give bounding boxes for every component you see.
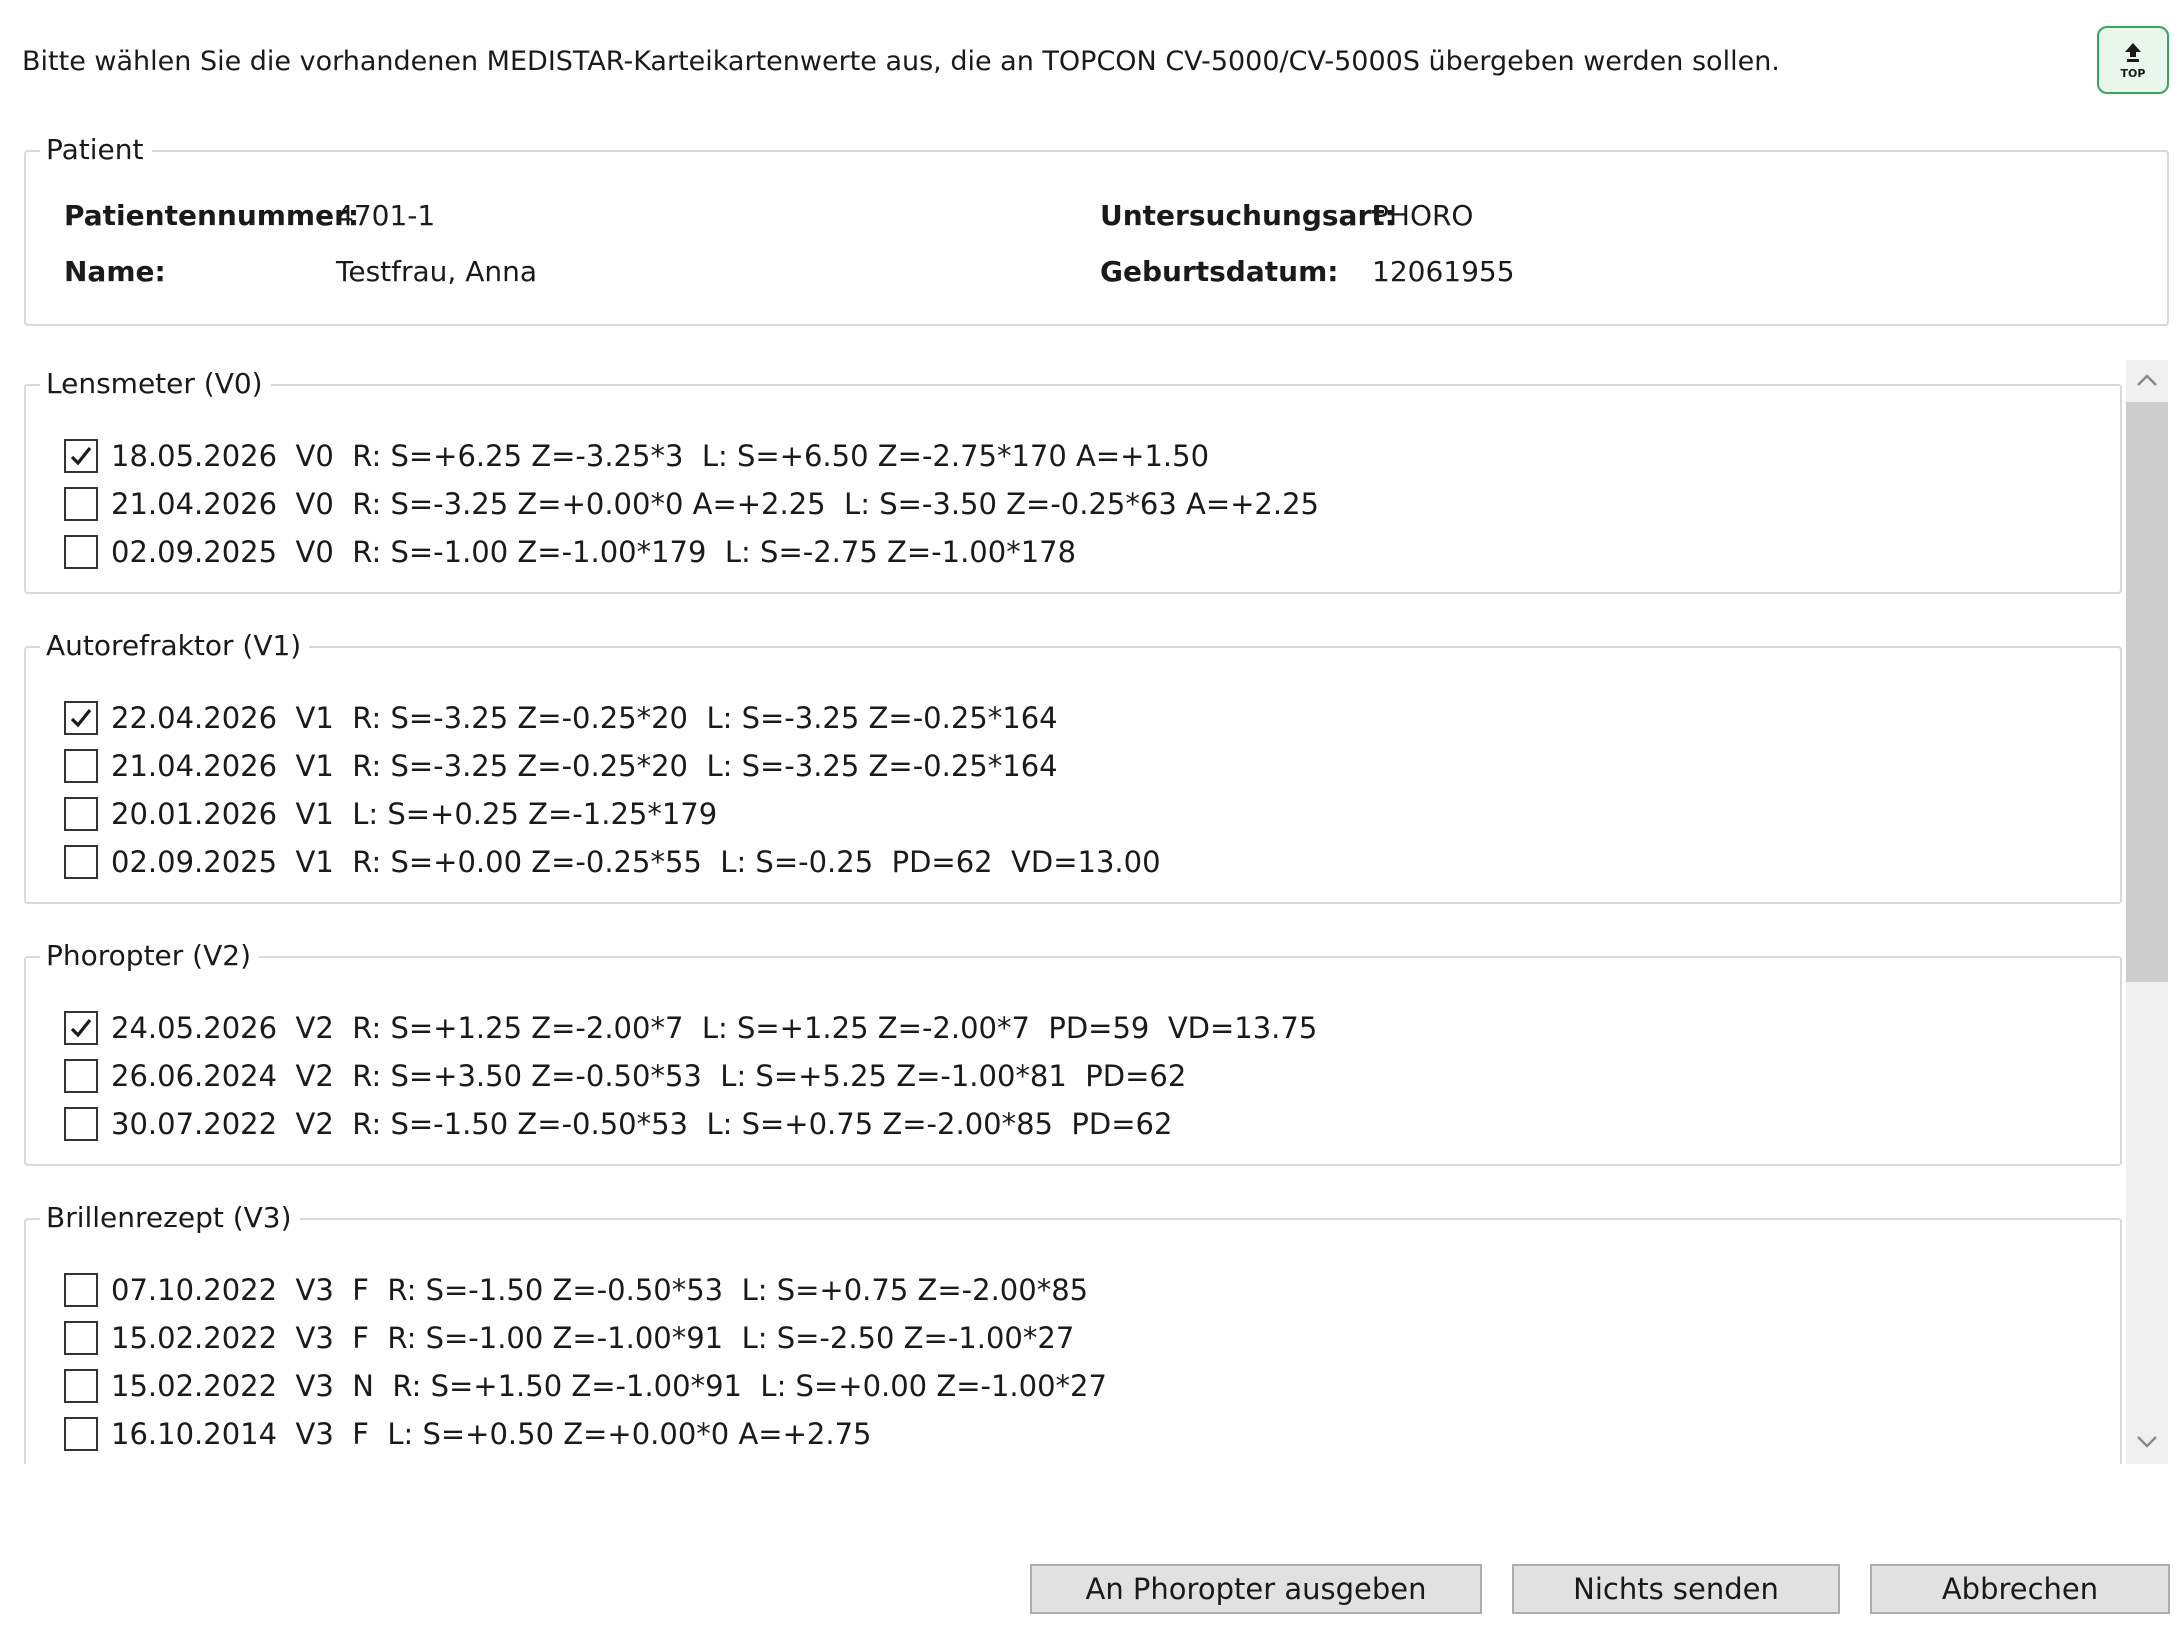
checkbox[interactable] — [64, 1369, 98, 1403]
birth-date-label: Geburtsdatum: — [1100, 255, 1339, 288]
lensmeter-row[interactable]: 02.09.2025 V0 R: S=-1.00 Z=-1.00*179 L: … — [64, 530, 1076, 574]
brillenrezept-row[interactable]: 16.10.2014 V3 F L: S=+0.50 Z=+0.00*0 A=+… — [64, 1412, 871, 1456]
send-to-phoropter-button[interactable]: An Phoropter ausgeben — [1030, 1564, 1482, 1614]
row-text: 07.10.2022 V3 F R: S=-1.50 Z=-0.50*53 L:… — [111, 1273, 1089, 1307]
cancel-button[interactable]: Abbrechen — [1870, 1564, 2170, 1614]
row-text: 21.04.2026 V0 R: S=-3.25 Z=+0.00*0 A=+2.… — [111, 487, 1319, 521]
checkbox[interactable] — [64, 797, 98, 831]
checkbox[interactable] — [64, 749, 98, 783]
scroll-down-button[interactable] — [2126, 1422, 2168, 1464]
row-text: 15.02.2022 V3 N R: S=+1.50 Z=-1.00*91 L:… — [111, 1369, 1107, 1403]
row-text: 18.05.2026 V0 R: S=+6.25 Z=-3.25*3 L: S=… — [111, 439, 1210, 473]
phoropter-group: Phoropter (V2) 24.05.2026 V2 R: S=+1.25 … — [24, 936, 2122, 1166]
checkbox[interactable] — [64, 1321, 98, 1355]
measurement-list[interactable]: Lensmeter (V0) 18.05.2026 V0 R: S=+6.25 … — [0, 350, 2182, 1464]
lensmeter-row[interactable]: 18.05.2026 V0 R: S=+6.25 Z=-3.25*3 L: S=… — [64, 434, 1209, 478]
scrollbar-thumb[interactable] — [2126, 402, 2168, 982]
checkmark-icon — [70, 1019, 92, 1038]
patient-number-label: Patientennummer: — [64, 199, 360, 232]
autorefraktor-row[interactable]: 20.01.2026 V1 L: S=+0.25 Z=-1.25*179 — [64, 792, 717, 836]
brillenrezept-row[interactable]: 15.02.2022 V3 N R: S=+1.50 Z=-1.00*91 L:… — [64, 1364, 1107, 1408]
patient-name-value: Testfrau, Anna — [336, 255, 538, 288]
row-text: 22.04.2026 V1 R: S=-3.25 Z=-0.25*20 L: S… — [111, 701, 1058, 735]
brillenrezept-group-title: Brillenrezept (V3) — [40, 1198, 300, 1238]
autorefraktor-row[interactable]: 22.04.2026 V1 R: S=-3.25 Z=-0.25*20 L: S… — [64, 696, 1058, 740]
row-text: 26.06.2024 V2 R: S=+3.50 Z=-0.50*53 L: S… — [111, 1059, 1187, 1093]
brillenrezept-row[interactable]: 07.10.2022 V3 F R: S=-1.50 Z=-0.50*53 L:… — [64, 1268, 1088, 1312]
scroll-up-button[interactable] — [2126, 360, 2168, 402]
row-text: 02.09.2025 V0 R: S=-1.00 Z=-1.00*179 L: … — [111, 535, 1077, 569]
checkbox[interactable] — [64, 535, 98, 569]
checkbox[interactable] — [64, 701, 98, 735]
row-text: 02.09.2025 V1 R: S=+0.00 Z=-0.25*55 L: S… — [111, 845, 1161, 879]
checkbox[interactable] — [64, 1011, 98, 1045]
checkbox[interactable] — [64, 1107, 98, 1141]
patient-name-label: Name: — [64, 255, 166, 288]
checkmark-icon — [70, 447, 92, 466]
arrow-up-icon — [2123, 41, 2143, 67]
patient-group-title: Patient — [40, 130, 152, 170]
autorefraktor-group-title: Autorefraktor (V1) — [40, 626, 310, 666]
brillenrezept-row[interactable]: 15.02.2022 V3 F R: S=-1.00 Z=-1.00*91 L:… — [64, 1316, 1074, 1360]
patient-group: Patient Patientennummer: 4701-1 Name: Te… — [24, 130, 2169, 326]
checkbox[interactable] — [64, 439, 98, 473]
phoropter-group-title: Phoropter (V2) — [40, 936, 259, 976]
lensmeter-group-title: Lensmeter (V0) — [40, 364, 271, 404]
top-button-label: TOP — [2120, 66, 2146, 80]
instruction-text: Bitte wählen Sie die vorhandenen MEDISTA… — [22, 46, 1780, 77]
phoropter-row[interactable]: 26.06.2024 V2 R: S=+3.50 Z=-0.50*53 L: S… — [64, 1054, 1186, 1098]
send-nothing-button[interactable]: Nichts senden — [1512, 1564, 1840, 1614]
chevron-up-icon — [2136, 372, 2158, 391]
vertical-scrollbar[interactable] — [2126, 360, 2168, 1464]
lensmeter-group: Lensmeter (V0) 18.05.2026 V0 R: S=+6.25 … — [24, 364, 2122, 594]
lensmeter-row[interactable]: 21.04.2026 V0 R: S=-3.25 Z=+0.00*0 A=+2.… — [64, 482, 1319, 526]
phoropter-row[interactable]: 24.05.2026 V2 R: S=+1.25 Z=-2.00*7 L: S=… — [64, 1006, 1317, 1050]
exam-type-label: Untersuchungsart: — [1100, 199, 1396, 232]
row-text: 21.04.2026 V1 R: S=-3.25 Z=-0.25*20 L: S… — [111, 749, 1058, 783]
top-button[interactable]: TOP — [2097, 26, 2169, 94]
exam-type-value: PHORO — [1372, 199, 1474, 232]
row-text: 20.01.2026 V1 L: S=+0.25 Z=-1.25*179 — [111, 797, 718, 831]
checkbox[interactable] — [64, 1059, 98, 1093]
row-text: 24.05.2026 V2 R: S=+1.25 Z=-2.00*7 L: S=… — [111, 1011, 1318, 1045]
chevron-down-icon — [2136, 1434, 2158, 1453]
autorefraktor-group: Autorefraktor (V1) 22.04.2026 V1 R: S=-3… — [24, 626, 2122, 904]
autorefraktor-row[interactable]: 21.04.2026 V1 R: S=-3.25 Z=-0.25*20 L: S… — [64, 744, 1058, 788]
birth-date-value: 12061955 — [1372, 255, 1515, 288]
checkmark-icon — [70, 709, 92, 728]
checkbox[interactable] — [64, 845, 98, 879]
checkbox[interactable] — [64, 1417, 98, 1451]
autorefraktor-row[interactable]: 02.09.2025 V1 R: S=+0.00 Z=-0.25*55 L: S… — [64, 840, 1161, 884]
checkbox[interactable] — [64, 487, 98, 521]
checkbox[interactable] — [64, 1273, 98, 1307]
patient-number-value: 4701-1 — [336, 199, 436, 232]
brillenrezept-group: Brillenrezept (V3) 07.10.2022 V3 F R: S=… — [24, 1198, 2122, 1464]
dialog-window: Bitte wählen Sie die vorhandenen MEDISTA… — [0, 0, 2182, 1632]
phoropter-row[interactable]: 30.07.2022 V2 R: S=-1.50 Z=-0.50*53 L: S… — [64, 1102, 1172, 1146]
row-text: 30.07.2022 V2 R: S=-1.50 Z=-0.50*53 L: S… — [111, 1107, 1173, 1141]
row-text: 15.02.2022 V3 F R: S=-1.00 Z=-1.00*91 L:… — [111, 1321, 1075, 1355]
row-text: 16.10.2014 V3 F L: S=+0.50 Z=+0.00*0 A=+… — [111, 1417, 872, 1451]
